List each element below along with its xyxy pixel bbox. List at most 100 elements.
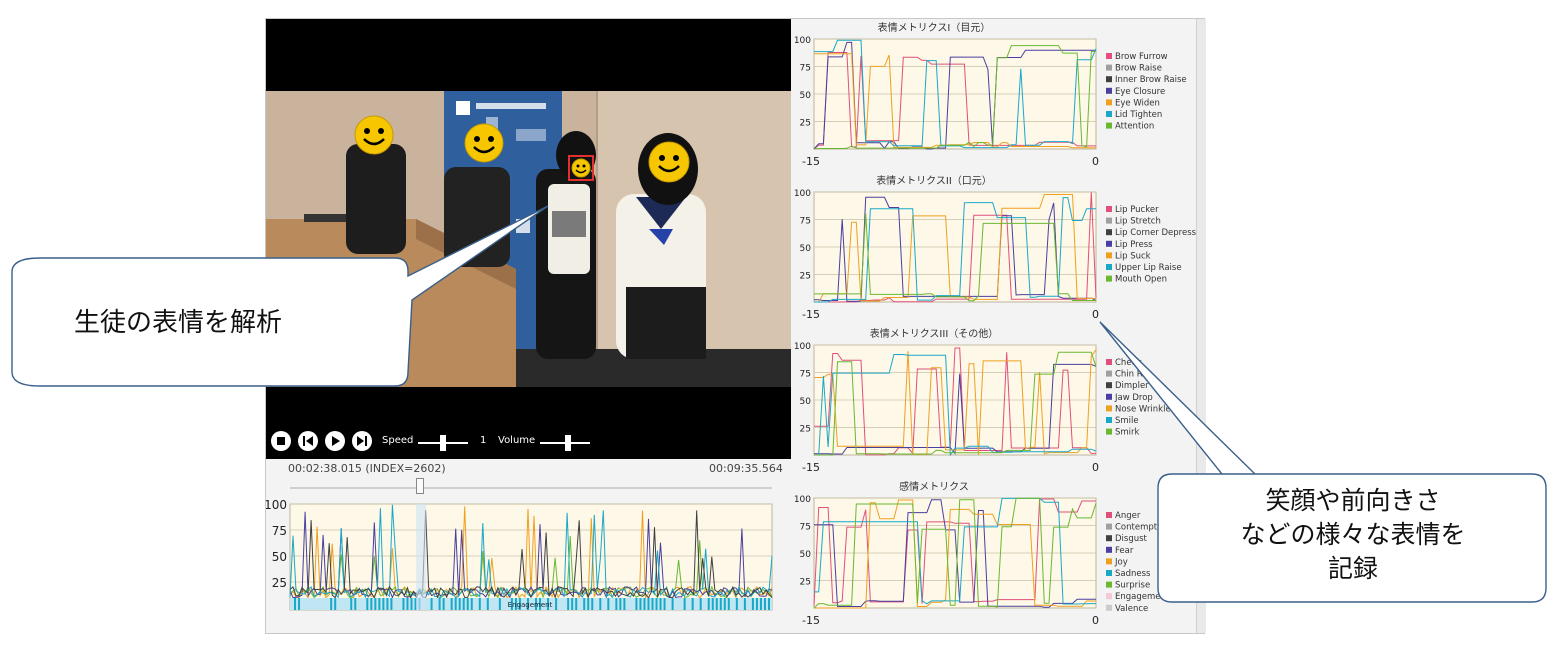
emotion-metrics-chart: 感情メトリクス 100 75 50 25 -15 0 Anger ContemptDisgust… (794, 480, 1170, 627)
engagement-tick (350, 598, 353, 610)
legend-label: Upper Lip Raise (1115, 263, 1182, 273)
legend-label: Brow Raise (1115, 64, 1162, 74)
play-icon (332, 436, 340, 446)
engagement-tick (454, 598, 457, 610)
speed-value: 1 (480, 435, 487, 446)
engagement-tick (719, 598, 722, 610)
engagement-tick (763, 598, 766, 610)
y-tick-label: 25 (800, 578, 811, 588)
legend-swatch (1106, 393, 1112, 400)
legend-label: Lip Press (1115, 240, 1153, 250)
y-tick-label: 75 (800, 64, 811, 74)
other-metrics-chart: 表情メトリクスIII（その他） 100 75 50 25 -15 0 Cheek Chin Ra… (794, 327, 1171, 474)
legend-swatch (1106, 546, 1112, 553)
engagement-tick (382, 598, 385, 610)
right-callout-line: などの様々な表情を (1240, 520, 1466, 549)
video-frame (266, 91, 791, 387)
speed-slider-handle[interactable] (440, 435, 446, 451)
legend-label: Valence (1115, 604, 1148, 614)
play-button[interactable] (325, 431, 345, 451)
engagement-tick (402, 598, 405, 610)
engagement-tick (615, 598, 618, 610)
y-tick-label: 100 (794, 36, 811, 46)
legend-swatch (1106, 275, 1112, 282)
legend-label: Joy (1114, 557, 1128, 567)
engagement-tick (587, 598, 590, 610)
legend-swatch (1106, 206, 1112, 212)
right-callout-line: 笑顔や前向きさ (1265, 486, 1441, 515)
engagement-tick (294, 598, 297, 610)
engagement-tick (755, 598, 758, 610)
engagement-tick (330, 598, 333, 610)
step-back-button[interactable] (298, 431, 318, 451)
y-tick-label: 100 (794, 495, 811, 505)
engagement-tick (655, 598, 658, 610)
engagement-tick (390, 598, 393, 610)
legend-swatch (1106, 523, 1112, 530)
legend-swatch (1106, 417, 1112, 423)
legend-swatch (1106, 217, 1112, 224)
engagement-tick (583, 598, 586, 610)
y-tick-label: 100 (794, 189, 811, 199)
anonymized-face-icon (354, 115, 394, 155)
legend-label: Eye Widen (1115, 98, 1160, 108)
legend-swatch (1106, 428, 1112, 435)
panel-title: 表情メトリクスII（口元） (876, 174, 992, 187)
legend-label: Brow Furrow (1115, 52, 1168, 62)
panel-title: 表情メトリクスI（目元） (878, 21, 991, 34)
timeline-chart[interactable]: 100 75 50 25 Engagement (266, 494, 786, 629)
y-tick-label: 25 (800, 119, 811, 129)
engagement-tick (366, 598, 369, 610)
engagement-tick (671, 598, 674, 610)
y-tick-label: 75 (800, 217, 811, 227)
legend-label: Jaw Drop (1114, 393, 1153, 403)
legend-label: Mouth Open (1115, 275, 1167, 285)
legend-swatch (1106, 581, 1112, 588)
position-marker (416, 504, 427, 610)
engagement-tick (470, 598, 473, 610)
legend-swatch (1106, 99, 1112, 106)
y-tick-label: 75 (272, 524, 287, 538)
legend-label: Cheek (1115, 358, 1142, 368)
engagement-tick (466, 598, 469, 610)
legend-swatch (1106, 359, 1112, 365)
x-axis-max: 0 (1092, 308, 1099, 321)
x-axis-max: 0 (1092, 155, 1099, 168)
x-axis-min: -15 (802, 308, 820, 321)
legend-swatch (1106, 111, 1112, 117)
step-forward-button[interactable] (352, 431, 372, 451)
y-tick-label: 75 (800, 523, 811, 533)
engagement-tick (374, 598, 377, 610)
legend-label: Lip Pucker (1115, 205, 1159, 215)
legend-label: Disgust (1115, 534, 1148, 544)
legend-label: Surprise (1115, 581, 1150, 591)
y-tick-label: 100 (794, 342, 811, 352)
volume-slider-handle[interactable] (564, 435, 571, 451)
legend-label: Chin Rai (1115, 370, 1150, 380)
stop-button[interactable] (271, 431, 291, 451)
engagement-tick (599, 598, 602, 610)
engagement-tick (623, 598, 626, 610)
video-player[interactable]: Speed 1 Volume (266, 19, 791, 459)
legend-label: Dimpler (1115, 381, 1149, 391)
legend-swatch (1106, 122, 1112, 129)
engagement-tick (607, 598, 610, 610)
x-axis-min: -15 (802, 461, 820, 474)
legend-swatch (1106, 512, 1112, 518)
y-tick-label: 25 (272, 576, 287, 590)
seek-handle[interactable] (416, 478, 425, 494)
engagement-tick (591, 598, 594, 610)
legend-swatch (1106, 535, 1112, 542)
speed-label: Speed (382, 435, 414, 446)
legend-label: Eye Closure (1115, 87, 1165, 97)
panel-title: 感情メトリクス (899, 480, 969, 493)
stop-icon (277, 437, 285, 445)
legend-label: Inner Brow Raise (1115, 75, 1187, 85)
engagement-tick (691, 598, 694, 610)
y-tick-label: 50 (800, 550, 812, 560)
y-tick-label: 50 (800, 244, 812, 254)
seek-bar[interactable] (290, 487, 772, 489)
engagement-tick (334, 598, 337, 610)
legend-swatch (1106, 76, 1112, 83)
engagement-tick (767, 598, 770, 610)
